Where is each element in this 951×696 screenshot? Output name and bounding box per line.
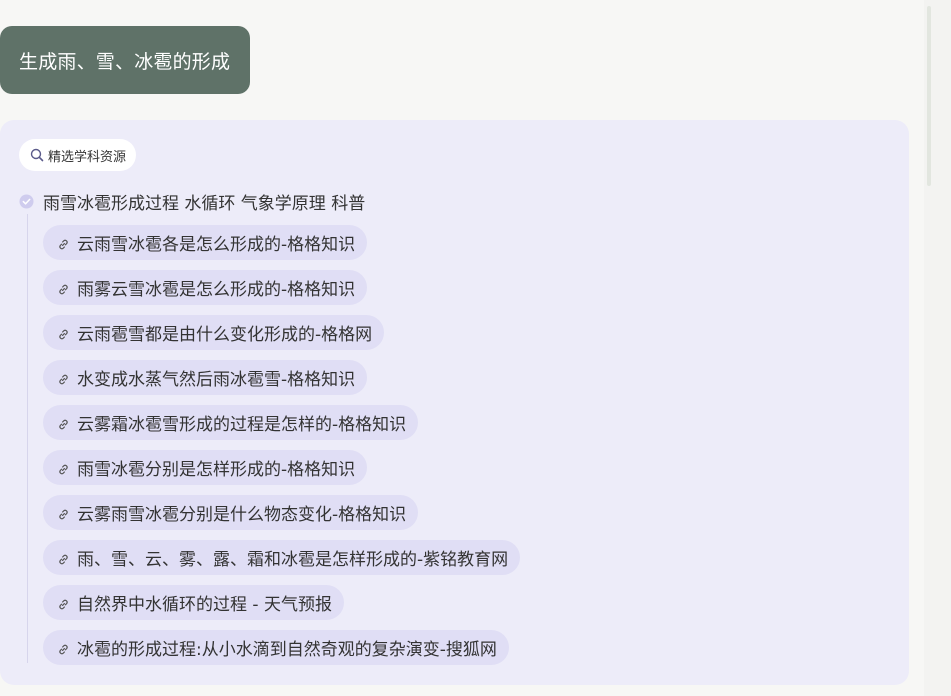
- result-link[interactable]: 水变成水蒸气然后雨冰雹雪-格格知识: [43, 360, 368, 395]
- search-query-text: 雨雪冰雹形成过程 水循环 气象学原理 科普: [43, 193, 366, 214]
- result-link[interactable]: 雨、雪、云、雾、露、霜和冰雹是怎样形成的-紫铭教育网: [43, 540, 521, 575]
- result-title: 雨、雪、云、雾、露、霜和冰雹是怎样形成的-紫铭教育网: [77, 550, 509, 570]
- result-link[interactable]: 云雾雨雪冰雹分别是什么物态变化-格格知识: [43, 495, 419, 530]
- link-icon: [57, 326, 70, 340]
- result-list: 云雨雪冰雹各是怎么形成的-格格知识 雨雾云雪冰雹是怎么形成的-格格知识 云雨雹雪…: [43, 225, 521, 675]
- result-link[interactable]: 自然界中水循环的过程 - 天气预报: [43, 585, 344, 620]
- result-link[interactable]: 云雨雪冰雹各是怎么形成的-格格知识: [43, 225, 368, 260]
- result-title: 水变成水蒸气然后雨冰雹雪-格格知识: [77, 370, 356, 390]
- result-link[interactable]: 云雾霜冰雹雪形成的过程是怎样的-格格知识: [43, 405, 419, 440]
- result-title: 云雾雨雪冰雹分别是什么物态变化-格格知识: [77, 505, 407, 525]
- search-query-row: 雨雪冰雹形成过程 水循环 气象学原理 科普: [19, 188, 365, 214]
- link-icon: [57, 416, 70, 430]
- search-icon: [30, 148, 44, 162]
- result-title: 云雨雪冰雹各是怎么形成的-格格知识: [77, 235, 356, 255]
- result-link[interactable]: 云雨雹雪都是由什么变化形成的-格格网: [43, 315, 385, 350]
- result-title: 雨雾云雪冰雹是怎么形成的-格格知识: [77, 280, 356, 300]
- result-title: 云雨雹雪都是由什么变化形成的-格格网: [77, 325, 373, 345]
- result-link[interactable]: 雨雪冰雹分别是怎样形成的-格格知识: [43, 450, 368, 485]
- result-link[interactable]: 冰雹的形成过程:从小水滴到自然奇观的复杂演变-搜狐网: [43, 630, 509, 665]
- check-circle-icon: [19, 194, 34, 209]
- scrollbar-thumb[interactable]: [927, 6, 931, 186]
- user-message-bubble: 生成雨、雪、冰雹的形成: [0, 26, 251, 94]
- result-title: 自然界中水循环的过程 - 天气预报: [77, 595, 332, 615]
- link-icon: [57, 641, 70, 655]
- result-link[interactable]: 雨雾云雪冰雹是怎么形成的-格格知识: [43, 270, 368, 305]
- link-icon: [57, 551, 70, 565]
- link-icon: [57, 461, 70, 475]
- link-icon: [57, 596, 70, 610]
- link-icon: [57, 371, 70, 385]
- source-badge: 精选学科资源: [19, 139, 137, 171]
- link-icon: [57, 281, 70, 295]
- result-title: 云雾霜冰雹雪形成的过程是怎样的-格格知识: [77, 415, 407, 435]
- tree-connector-line: [27, 214, 28, 663]
- link-icon: [57, 506, 70, 520]
- link-icon: [57, 236, 70, 250]
- result-title: 雨雪冰雹分别是怎样形成的-格格知识: [77, 460, 356, 480]
- source-badge-label: 精选学科资源: [48, 149, 127, 165]
- result-title: 冰雹的形成过程:从小水滴到自然奇观的复杂演变-搜狐网: [77, 640, 497, 660]
- user-message-text: 生成雨、雪、冰雹的形成: [19, 50, 231, 73]
